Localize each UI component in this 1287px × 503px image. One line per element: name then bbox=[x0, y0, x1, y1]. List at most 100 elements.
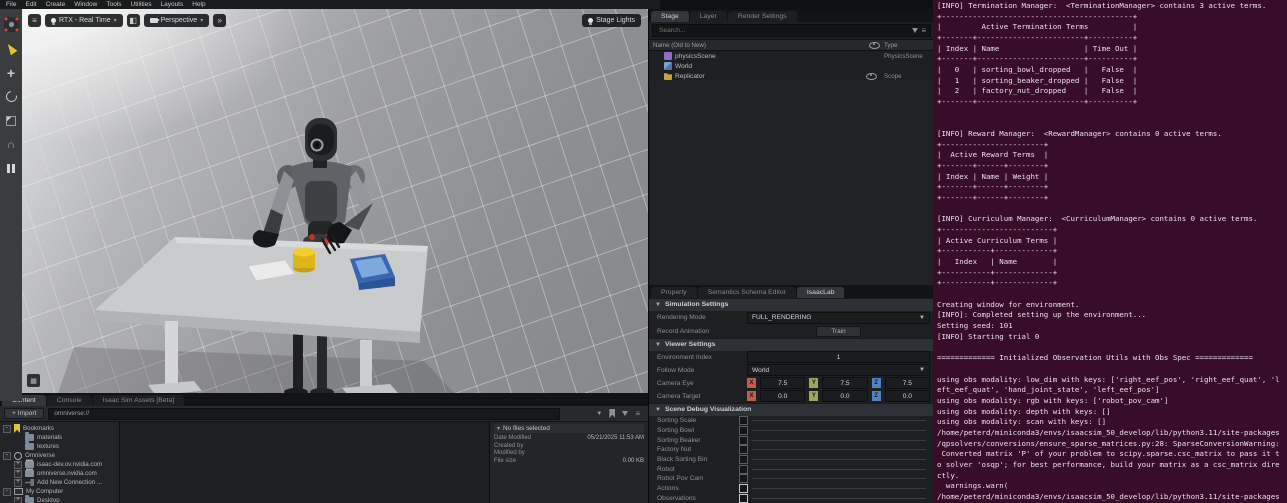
camera-target-z[interactable]: 0.0 bbox=[885, 390, 930, 402]
details-header[interactable]: ▾ No files selected bbox=[494, 424, 644, 433]
content-tree-row[interactable]: omniverse.nvidia.com bbox=[0, 469, 119, 478]
terminal-line: | Active Termination Terms | bbox=[937, 22, 1287, 33]
content-tree-row[interactable]: Bookmarks bbox=[0, 424, 119, 433]
debug-visualizer-checkbox[interactable] bbox=[739, 484, 748, 493]
column-type[interactable]: Type bbox=[884, 42, 930, 49]
bookmark-icon[interactable] bbox=[609, 409, 615, 418]
content-tree-row[interactable]: materials bbox=[0, 433, 119, 442]
content-tree-row[interactable]: Add New Connection ... bbox=[0, 478, 119, 487]
tool-icon[interactable] bbox=[4, 113, 19, 128]
expand-toggle[interactable] bbox=[14, 479, 22, 487]
path-field[interactable] bbox=[48, 408, 560, 420]
record-animation-button[interactable]: Train bbox=[816, 326, 860, 337]
expand-toggle[interactable] bbox=[3, 425, 11, 433]
menu-item[interactable]: Create bbox=[46, 1, 66, 8]
details-field-label: Date Modified bbox=[494, 435, 531, 443]
terminal-line: [INFO] Termination Manager: <Termination… bbox=[937, 1, 1287, 12]
tool-icon[interactable] bbox=[4, 89, 19, 104]
menu-item[interactable]: Window bbox=[74, 1, 97, 8]
options-icon[interactable]: ≡ bbox=[921, 27, 926, 35]
viewer-settings-header[interactable]: ▼ Viewer Settings bbox=[649, 338, 934, 351]
stage-tab[interactable]: Render Settings bbox=[728, 11, 797, 22]
expand-toggle[interactable] bbox=[14, 470, 22, 478]
content-tree-row[interactable]: My Computer bbox=[0, 487, 119, 496]
content-file-grid[interactable] bbox=[120, 422, 489, 503]
tree-item-label: My Computer bbox=[26, 488, 63, 495]
menu-item[interactable]: Edit bbox=[25, 1, 36, 8]
3d-viewport[interactable]: ≡ RTX - Real Time ▾ ◧ Perspective ▾ » St… bbox=[22, 9, 648, 393]
simulation-settings-header[interactable]: ▼ Simulation Settings bbox=[649, 298, 934, 311]
expand-toggle[interactable] bbox=[14, 497, 22, 503]
menu-item[interactable]: Tools bbox=[106, 1, 121, 8]
content-tab[interactable]: Isaac Sim Assets [Beta] bbox=[93, 395, 184, 406]
stage-lights-button[interactable]: Stage Lights bbox=[582, 14, 641, 27]
filter-icon[interactable] bbox=[622, 411, 628, 416]
tool-icon[interactable]: ∩ bbox=[4, 137, 19, 152]
content-tree-row[interactable]: Omniverse bbox=[0, 451, 119, 460]
menu-item[interactable]: Help bbox=[192, 1, 205, 8]
menu-item[interactable]: Layouts bbox=[160, 1, 183, 8]
rendering-mode-dropdown[interactable]: FULL_RENDERING ▼ bbox=[747, 312, 930, 324]
property-tab-bar: Property Semantics Schema Editor IsaacLa… bbox=[649, 285, 934, 298]
axis-gizmo-icon[interactable]: ▦ bbox=[27, 374, 40, 387]
terminal-output[interactable]: [INFO] Termination Manager: <Termination… bbox=[933, 0, 1287, 503]
camera-eye-y[interactable]: 7.5 bbox=[822, 377, 867, 389]
column-name[interactable]: Name (Old to New) bbox=[653, 42, 869, 49]
menu-item[interactable]: Utilities bbox=[131, 1, 152, 8]
renderer-selector[interactable]: RTX - Real Time ▾ bbox=[45, 14, 123, 27]
row-separator bbox=[752, 449, 926, 450]
content-tree-row[interactable]: Desktop bbox=[0, 496, 119, 503]
filter-icon[interactable] bbox=[912, 28, 918, 33]
eye-icon[interactable] bbox=[866, 73, 877, 80]
stage-tree-empty-area[interactable] bbox=[650, 81, 933, 285]
record-animation-row: Record Animation Train bbox=[649, 325, 934, 338]
debug-visualizer-checkbox[interactable] bbox=[739, 436, 748, 445]
prim-name: Replicator bbox=[675, 73, 863, 80]
debug-visualizer-checkbox[interactable] bbox=[739, 416, 748, 425]
property-tab[interactable]: IsaacLab bbox=[797, 287, 845, 298]
yellow-bowl[interactable] bbox=[293, 248, 315, 273]
tool-icon[interactable]: + bbox=[4, 65, 19, 80]
stage-tab[interactable]: Stage bbox=[651, 11, 689, 22]
debug-visualizer-checkbox[interactable] bbox=[739, 474, 748, 483]
camera-eye-x[interactable]: 7.5 bbox=[760, 377, 805, 389]
viewport-menu-icon[interactable]: ≡ bbox=[28, 14, 41, 27]
expand-toggle[interactable] bbox=[3, 488, 11, 496]
chevron-down-icon[interactable]: ▼ bbox=[596, 411, 602, 417]
expand-toggle[interactable] bbox=[14, 461, 22, 469]
list-view-icon[interactable]: ≡ bbox=[635, 410, 640, 418]
tool-icon[interactable] bbox=[4, 41, 19, 56]
menu-item[interactable]: File bbox=[6, 1, 16, 8]
stage-search-input[interactable] bbox=[657, 26, 909, 35]
viewport-settings-icon[interactable]: ◧ bbox=[127, 14, 140, 27]
import-button[interactable]: + Import bbox=[4, 408, 44, 419]
property-tab[interactable]: Property bbox=[651, 287, 697, 298]
tool-icon[interactable] bbox=[4, 17, 19, 32]
stage-tab[interactable]: Layer bbox=[690, 11, 727, 22]
viewport-scene bbox=[22, 9, 648, 393]
stage-tree-row[interactable]: physicsScene PhysicsScene bbox=[649, 51, 934, 61]
content-tree-row[interactable]: isaac-dev.ov.nvidia.com bbox=[0, 460, 119, 469]
axis-y-tag: Y bbox=[809, 391, 818, 401]
camera-target-x[interactable]: 0.0 bbox=[760, 390, 805, 402]
debug-visualizer-checkbox[interactable] bbox=[739, 494, 748, 503]
debug-visualizer-checkbox[interactable] bbox=[739, 455, 748, 464]
environment-index-field[interactable]: 1 bbox=[747, 351, 930, 363]
debug-visualizer-checkbox[interactable] bbox=[739, 426, 748, 435]
property-tab[interactable]: Semantics Schema Editor bbox=[698, 287, 796, 298]
content-toolbar: + Import ▼ ≡ bbox=[0, 406, 648, 422]
content-tab[interactable]: Console bbox=[47, 395, 92, 406]
expand-chevron-icon[interactable]: » bbox=[213, 14, 226, 27]
debug-visualizer-checkbox[interactable] bbox=[739, 465, 748, 474]
tool-icon[interactable] bbox=[4, 161, 19, 176]
expand-toggle[interactable] bbox=[3, 452, 11, 460]
camera-target-y[interactable]: 0.0 bbox=[822, 390, 867, 402]
camera-selector[interactable]: Perspective ▾ bbox=[144, 14, 210, 27]
content-tree-row[interactable]: textures bbox=[0, 442, 119, 451]
stage-tree-row[interactable]: World bbox=[649, 61, 934, 71]
debug-visualizer-checkbox[interactable] bbox=[739, 445, 748, 454]
follow-mode-dropdown[interactable]: World ▼ bbox=[747, 364, 930, 376]
scene-debug-visualization-header[interactable]: ▼ Scene Debug Visualization bbox=[649, 403, 934, 416]
camera-eye-z[interactable]: 7.5 bbox=[885, 377, 930, 389]
stage-tree-row[interactable]: Replicator Scope bbox=[649, 71, 934, 81]
